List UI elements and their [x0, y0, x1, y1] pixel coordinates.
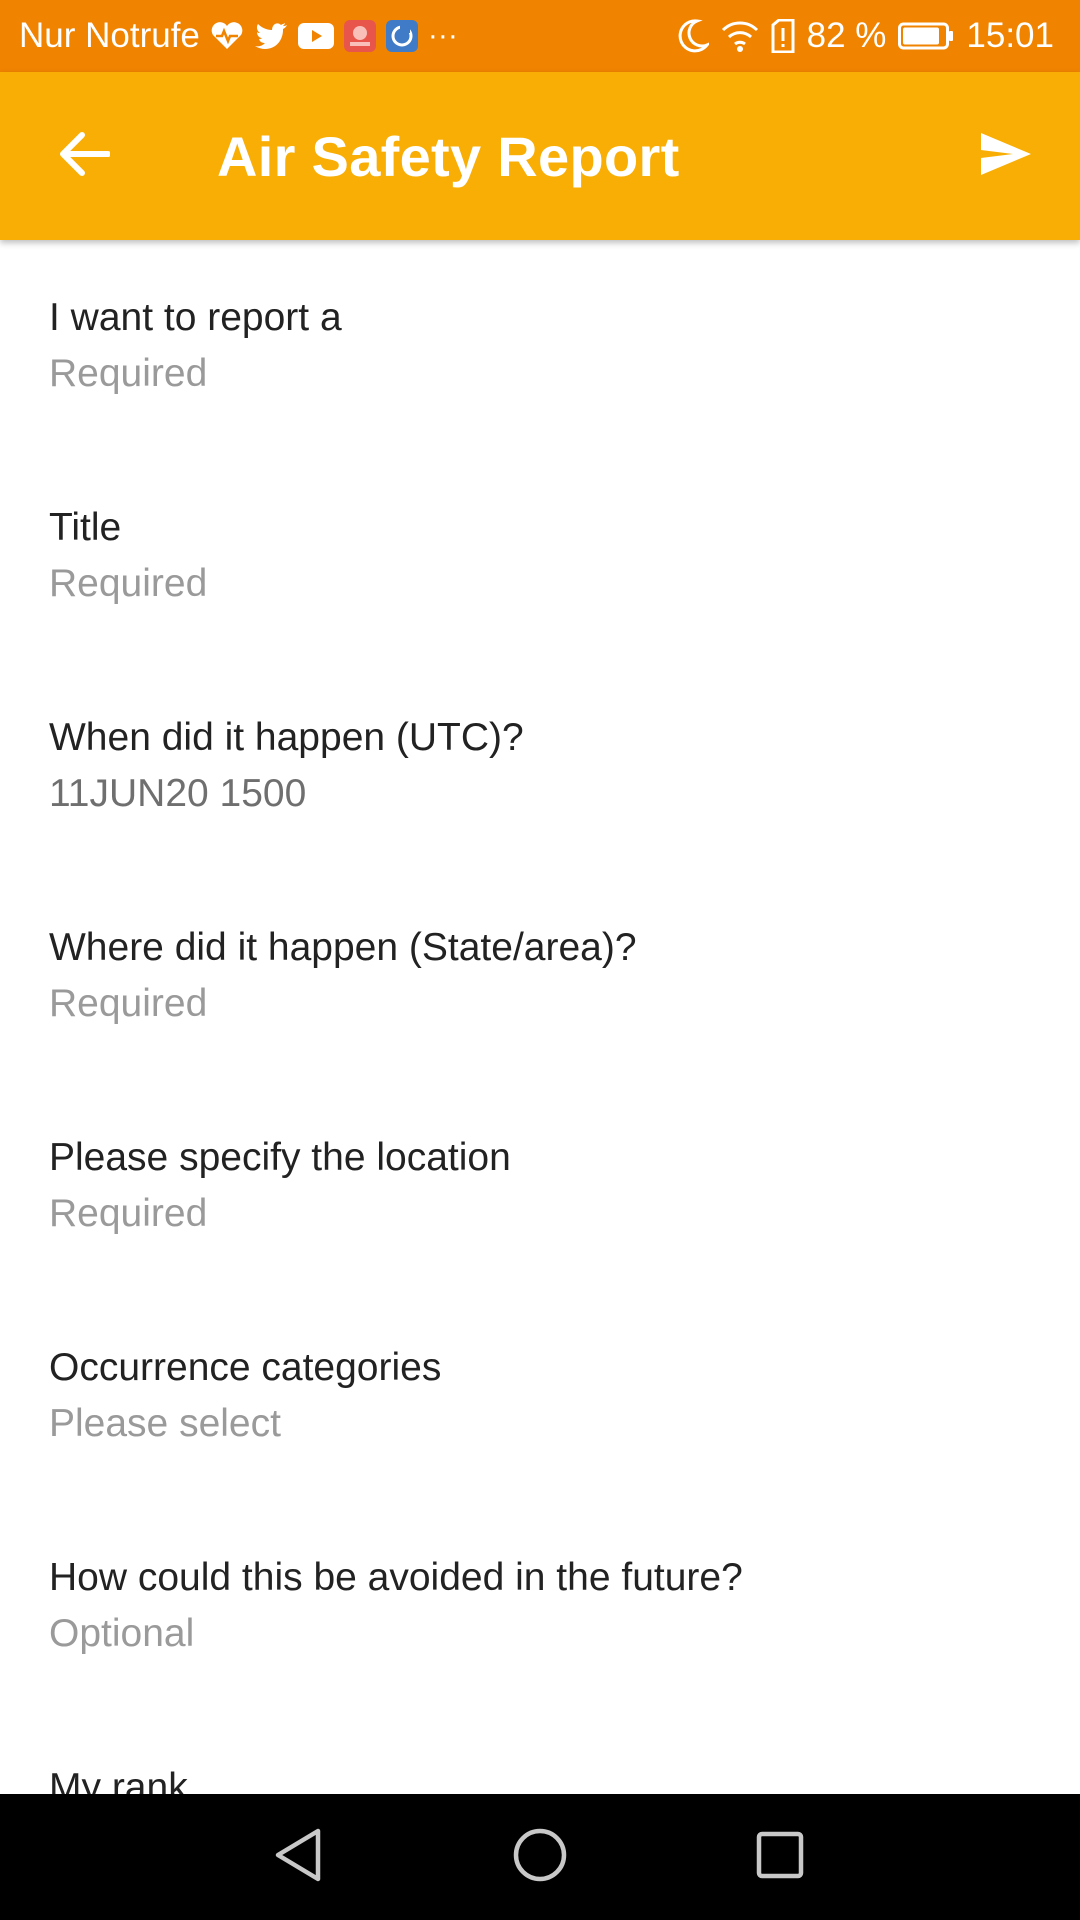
battery-percent-label: 82 % [806, 16, 887, 55]
youtube-icon [297, 23, 334, 49]
field-location[interactable]: Please specify the location Required [0, 1080, 1080, 1290]
field-value: Required [49, 981, 208, 1025]
field-value: Required [49, 561, 208, 605]
field-label: Title [49, 506, 122, 549]
recents-square-icon [755, 1830, 805, 1885]
field-value: Optional [49, 1611, 195, 1655]
status-bar-left: Nur Notrufe ··· [0, 16, 458, 56]
field-my-rank[interactable]: My rank [0, 1710, 1080, 1794]
field-label: When did it happen (UTC)? [49, 716, 524, 759]
send-button[interactable] [972, 122, 1040, 190]
system-nav-bar [0, 1794, 1080, 1920]
nav-home-button[interactable] [507, 1824, 573, 1890]
field-title[interactable]: Title Required [0, 450, 1080, 660]
health-heart-icon [210, 21, 244, 51]
carrier-label: Nur Notrufe [19, 16, 200, 55]
field-label: I want to report a [49, 296, 342, 339]
twitter-icon [254, 22, 288, 50]
back-triangle-icon [272, 1827, 324, 1888]
status-bar-right: 82 % 15:01 [677, 16, 1080, 56]
field-avoidance[interactable]: How could this be avoided in the future?… [0, 1500, 1080, 1710]
field-label: Please specify the location [49, 1136, 511, 1179]
home-circle-icon [512, 1827, 568, 1888]
field-label: Occurrence categories [49, 1346, 442, 1389]
sim-alert-icon [771, 19, 795, 53]
field-label: My rank [49, 1766, 188, 1794]
field-value: 11JUN20 1500 [49, 771, 307, 815]
arrow-left-icon [58, 131, 111, 182]
clock-label: 15:01 [966, 16, 1054, 55]
app-bar: Air Safety Report [0, 72, 1080, 240]
report-form: I want to report a Required Title Requir… [0, 240, 1080, 1794]
send-icon [980, 132, 1032, 181]
page-title: Air Safety Report [217, 124, 680, 188]
back-button[interactable] [50, 122, 118, 190]
battery-icon [898, 21, 954, 51]
field-report-type[interactable]: I want to report a Required [0, 240, 1080, 450]
nav-recents-button[interactable] [747, 1824, 813, 1890]
more-dots-icon: ··· [427, 19, 458, 52]
nav-back-button[interactable] [265, 1824, 331, 1890]
huawei-app-icon [343, 20, 376, 52]
field-occurrence-categories[interactable]: Occurrence categories Please select [0, 1290, 1080, 1500]
field-label: Where did it happen (State/area)? [49, 926, 637, 969]
wifi-icon [721, 19, 759, 53]
app-icon [385, 20, 418, 52]
field-value: Please select [49, 1401, 281, 1445]
field-value: Required [49, 1191, 208, 1235]
field-when-utc[interactable]: When did it happen (UTC)? 11JUN20 1500 [0, 660, 1080, 870]
field-where-state-area[interactable]: Where did it happen (State/area)? Requir… [0, 870, 1080, 1080]
status-bar: Nur Notrufe ··· 82 % 15:01 [0, 0, 1080, 72]
moon-icon [677, 19, 709, 53]
field-value: Required [49, 351, 208, 395]
field-label: How could this be avoided in the future? [49, 1556, 743, 1599]
